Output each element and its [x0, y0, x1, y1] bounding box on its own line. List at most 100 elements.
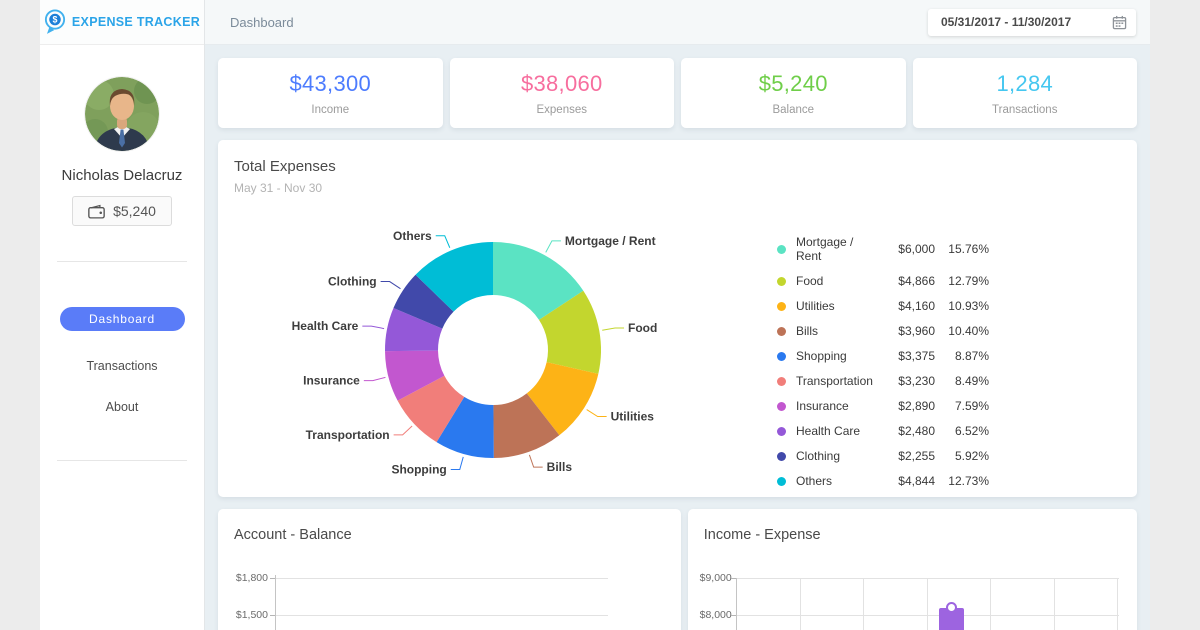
- income-label: Income: [218, 104, 443, 116]
- legend-dot: [777, 277, 786, 286]
- income-value: $43,300: [218, 71, 443, 97]
- legend-row: Shopping$3,3758.87%: [777, 349, 989, 363]
- legend-value: $4,160: [877, 299, 935, 313]
- legend-row: Transportation$3,2308.49%: [777, 374, 989, 388]
- account-balance-chart: $1,800 $1,500: [218, 509, 681, 630]
- y-tick-label: $1,500: [226, 609, 268, 621]
- donut-label: Bills: [547, 460, 573, 474]
- legend-percent: 6.52%: [935, 424, 989, 438]
- y-tick-label: $8,000: [690, 609, 732, 621]
- gridline: [990, 578, 991, 630]
- dollar-pin-icon: $: [44, 9, 66, 36]
- legend-row: Food$4,86612.79%: [777, 274, 989, 288]
- gridline: [927, 578, 928, 630]
- line-point: [946, 602, 957, 613]
- legend-row: Health Care$2,4806.52%: [777, 424, 989, 438]
- total-expenses-title: Total Expenses: [218, 140, 1137, 175]
- content: $43,300 Income $38,060 Expenses $5,240 B…: [205, 45, 1150, 630]
- legend-label: Shopping: [796, 349, 877, 363]
- transactions-value: 1,284: [913, 71, 1138, 97]
- y-tick-label: $9,000: [690, 572, 732, 584]
- avatar-photo: [85, 77, 159, 151]
- legend-dot: [777, 452, 786, 461]
- legend-dot: [777, 302, 786, 311]
- donut-label: Health Care: [292, 319, 359, 333]
- donut-label-line: [381, 282, 401, 289]
- donut-label-line: [451, 457, 463, 470]
- page-title: Dashboard: [230, 15, 294, 30]
- donut-label-line: [602, 328, 624, 330]
- main-area: Dashboard 05/31/2017 - 11/30/2017: [205, 0, 1150, 630]
- legend-value: $4,866: [877, 274, 935, 288]
- legend-label: Transportation: [796, 374, 877, 388]
- total-expenses-card: Total Expenses May 31 - Nov 30 Mortgage …: [218, 140, 1137, 497]
- income-expense-chart: $9,000 $8,000: [688, 509, 1137, 630]
- stat-card-income: $43,300 Income: [218, 58, 443, 128]
- legend-label: Health Care: [796, 424, 877, 438]
- donut-label-line: [587, 410, 607, 417]
- sidebar: $ EXPENSE TRACKER: [40, 0, 205, 630]
- sidebar-divider-bottom: [57, 460, 187, 461]
- legend-dot: [777, 477, 786, 486]
- donut-label-line: [546, 241, 561, 252]
- balance-value: $5,240: [681, 71, 906, 97]
- date-range-picker[interactable]: 05/31/2017 - 11/30/2017: [928, 9, 1136, 36]
- legend-row: Mortgage / Rent$6,00015.76%: [777, 235, 989, 263]
- transactions-label: Transactions: [913, 104, 1138, 116]
- legend-value: $3,230: [877, 374, 935, 388]
- donut-label-line: [436, 236, 450, 248]
- legend-value: $2,255: [877, 449, 935, 463]
- legend-value: $4,844: [877, 474, 935, 488]
- legend-label: Clothing: [796, 449, 877, 463]
- income-expense-card: Income - Expense $9,000$8,000: [688, 509, 1137, 630]
- legend-percent: 15.76%: [935, 242, 989, 256]
- gridline: [1054, 578, 1055, 630]
- legend-dot: [777, 352, 786, 361]
- legend-value: $3,375: [877, 349, 935, 363]
- legend-row: Clothing$2,2555.92%: [777, 449, 989, 463]
- sidebar-item-dashboard[interactable]: Dashboard: [60, 307, 185, 331]
- legend-percent: 7.59%: [935, 399, 989, 413]
- donut-label-line: [362, 326, 384, 329]
- expenses-value: $38,060: [450, 71, 675, 97]
- donut-label: Food: [628, 321, 657, 335]
- balance-label: Balance: [681, 104, 906, 116]
- bottom-row: Account - Balance $1,800$1,500 Income - …: [218, 509, 1137, 630]
- donut-label: Mortgage / Rent: [565, 234, 656, 248]
- donut-label: Others: [393, 229, 432, 243]
- sidebar-item-about[interactable]: About: [106, 400, 139, 414]
- legend-percent: 12.79%: [935, 274, 989, 288]
- legend-dot: [777, 245, 786, 254]
- avatar: [85, 77, 159, 151]
- legend-row: Insurance$2,8907.59%: [777, 399, 989, 413]
- brand-logo: $ EXPENSE TRACKER: [40, 0, 204, 45]
- legend-dot: [777, 377, 786, 386]
- legend-percent: 10.93%: [935, 299, 989, 313]
- balance-button[interactable]: $5,240: [72, 196, 172, 226]
- wallet-icon: [88, 204, 105, 219]
- legend-label: Mortgage / Rent: [796, 235, 877, 263]
- stat-card-transactions: 1,284 Transactions: [913, 58, 1138, 128]
- account-balance-card: Account - Balance $1,800$1,500: [218, 509, 681, 630]
- stat-card-expenses: $38,060 Expenses: [450, 58, 675, 128]
- gridline: [275, 578, 608, 579]
- donut-label: Utilities: [611, 410, 655, 424]
- legend-percent: 10.40%: [935, 324, 989, 338]
- legend-row: Bills$3,96010.40%: [777, 324, 989, 338]
- legend-value: $3,960: [877, 324, 935, 338]
- total-expenses-subtitle: May 31 - Nov 30: [218, 175, 1137, 195]
- legend-percent: 8.87%: [935, 349, 989, 363]
- legend-dot: [777, 327, 786, 336]
- calendar-icon[interactable]: [1112, 15, 1127, 30]
- topbar: Dashboard 05/31/2017 - 11/30/2017: [205, 0, 1150, 45]
- legend-label: Utilities: [796, 299, 877, 313]
- legend-label: Bills: [796, 324, 877, 338]
- legend-percent: 5.92%: [935, 449, 989, 463]
- y-tick-label: $1,800: [226, 572, 268, 584]
- legend-percent: 12.73%: [935, 474, 989, 488]
- legend-value: $2,890: [877, 399, 935, 413]
- donut-label: Shopping: [391, 462, 446, 476]
- stat-card-balance: $5,240 Balance: [681, 58, 906, 128]
- sidebar-item-transactions[interactable]: Transactions: [86, 359, 157, 373]
- legend-dot: [777, 402, 786, 411]
